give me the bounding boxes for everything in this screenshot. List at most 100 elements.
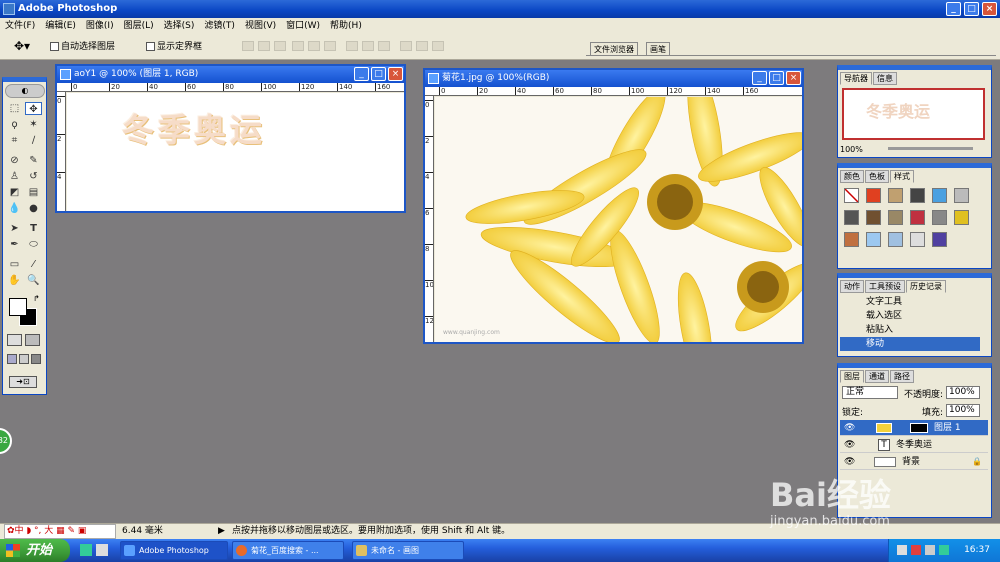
history-item-selected[interactable]: 移动 — [840, 337, 980, 351]
navigator-zoom-slider[interactable] — [888, 147, 973, 150]
menu-file[interactable]: 文件(F) — [0, 18, 40, 34]
menu-image[interactable]: 图像(I) — [81, 18, 119, 34]
screen-mode-full-icon[interactable] — [31, 354, 41, 364]
type-tool-icon[interactable]: T — [25, 222, 42, 235]
doc2-minimize-button[interactable]: _ — [752, 71, 767, 85]
move-tool-preset-icon[interactable]: ✥▾ — [14, 39, 30, 53]
style-swatch[interactable] — [932, 188, 947, 203]
tab-channels[interactable]: 通道 — [865, 370, 889, 383]
doc2-close-button[interactable]: × — [786, 71, 801, 85]
notes-tool-icon[interactable]: ▭ — [6, 258, 23, 271]
doc2-maximize-button[interactable]: □ — [769, 71, 784, 85]
healing-brush-icon[interactable]: ⊘ — [6, 154, 23, 167]
auto-select-layer-checkbox[interactable]: 自动选择图层 — [50, 42, 115, 52]
navigator-zoom-value[interactable]: 100% — [840, 145, 863, 154]
lasso-tool-icon[interactable]: ϙ — [6, 118, 23, 131]
navigator-preview[interactable]: 冬季奥运 — [842, 88, 985, 140]
style-swatch[interactable] — [888, 188, 903, 203]
eye-icon[interactable]: 👁 — [844, 454, 855, 470]
tab-info[interactable]: 信息 — [873, 72, 897, 85]
ime-toolbar[interactable]: ✿中 ◗ °, 大 ▦ ✎ ▣ — [4, 524, 116, 539]
gradient-tool-icon[interactable]: ▤ — [25, 186, 42, 199]
doc1-close-button[interactable]: × — [388, 67, 403, 81]
quicklaunch-desktop-icon[interactable] — [96, 544, 108, 556]
crop-tool-icon[interactable]: ⌗ — [6, 134, 23, 147]
menu-edit[interactable]: 编辑(E) — [40, 18, 81, 34]
screen-mode-full-menu-icon[interactable] — [19, 354, 29, 364]
blur-tool-icon[interactable]: 💧 — [6, 202, 23, 215]
eyedropper-icon[interactable]: ⁄ — [25, 258, 42, 271]
status-arrow-icon[interactable]: ▶ — [218, 524, 225, 539]
distribute-top-icon[interactable] — [346, 41, 358, 51]
doc2-canvas[interactable]: www.quanjing.com — [435, 97, 802, 342]
tab-history[interactable]: 历史记录 — [906, 280, 946, 293]
style-swatch[interactable] — [866, 188, 881, 203]
menu-help[interactable]: 帮助(H) — [325, 18, 367, 34]
align-left-icon[interactable] — [292, 41, 304, 51]
style-swatch[interactable] — [910, 188, 925, 203]
dock-tab-brushes[interactable]: 画笔 — [646, 42, 670, 56]
clock[interactable]: 16:37 — [964, 545, 990, 555]
tab-paths[interactable]: 路径 — [890, 370, 914, 383]
close-button[interactable]: × — [982, 2, 997, 16]
menu-filter[interactable]: 滤镜(T) — [199, 18, 240, 34]
style-swatch[interactable] — [954, 188, 969, 203]
style-swatch[interactable] — [910, 210, 925, 225]
style-swatch[interactable] — [866, 210, 881, 225]
task-photoshop[interactable]: Adobe Photoshop — [120, 541, 228, 560]
menu-layer[interactable]: 图层(L) — [119, 18, 159, 34]
brush-tool-icon[interactable]: ✎ — [25, 154, 42, 167]
maximize-button[interactable]: □ — [964, 2, 979, 16]
distribute-middle-icon[interactable] — [362, 41, 374, 51]
marquee-tool-icon[interactable]: ⬚ — [6, 102, 23, 115]
opacity-input[interactable]: 100% — [946, 386, 980, 399]
move-tool-icon[interactable]: ✥ — [25, 102, 42, 115]
tab-styles[interactable]: 样式 — [890, 170, 914, 183]
style-swatch[interactable] — [910, 232, 925, 247]
dock-tab-file-browser[interactable]: 文件浏览器 — [590, 42, 638, 56]
distribute-hcenter-icon[interactable] — [416, 41, 428, 51]
align-top-icon[interactable] — [242, 41, 254, 51]
magic-wand-icon[interactable]: ✶ — [25, 118, 42, 131]
style-none[interactable] — [844, 188, 859, 203]
doc1-maximize-button[interactable]: □ — [371, 67, 386, 81]
swap-colors-icon[interactable]: ↱ — [33, 294, 40, 303]
history-brush-icon[interactable]: ↺ — [25, 170, 42, 183]
layer-row[interactable]: 👁 背景 🔒 — [840, 454, 988, 470]
hand-tool-icon[interactable]: ✋ — [6, 274, 23, 287]
slice-tool-icon[interactable]: ∕ — [25, 134, 42, 147]
style-swatch[interactable] — [888, 210, 903, 225]
style-swatch[interactable] — [866, 232, 881, 247]
shape-tool-icon[interactable]: ⬭ — [25, 238, 42, 251]
tray-app-icon[interactable] — [939, 545, 949, 555]
blend-mode-select[interactable]: 正常 — [842, 386, 898, 399]
align-middle-icon[interactable] — [258, 41, 270, 51]
photoshop-eye-icon[interactable]: ◐ — [5, 84, 45, 98]
style-swatch[interactable] — [844, 210, 859, 225]
task-paint[interactable]: 未命名 - 画图 — [352, 541, 464, 560]
fill-input[interactable]: 100% — [946, 404, 980, 417]
layer-row[interactable]: 👁 T 冬季奥运 — [840, 437, 988, 453]
zoom-tool-icon[interactable]: 🔍 — [25, 274, 42, 287]
align-right-icon[interactable] — [324, 41, 336, 51]
doc1-minimize-button[interactable]: _ — [354, 67, 369, 81]
style-swatch[interactable] — [888, 232, 903, 247]
eraser-tool-icon[interactable]: ◩ — [6, 186, 23, 199]
screen-mode-standard-icon[interactable] — [7, 354, 17, 364]
volume-icon[interactable] — [925, 545, 935, 555]
start-button[interactable]: 开始 — [0, 539, 70, 562]
history-item[interactable]: 文字工具 — [840, 295, 980, 309]
dodge-tool-icon[interactable]: ● — [25, 202, 42, 215]
tab-actions[interactable]: 动作 — [840, 280, 864, 293]
history-item[interactable]: 粘贴入 — [840, 323, 980, 337]
style-swatch[interactable] — [932, 210, 947, 225]
security-icon[interactable] — [911, 545, 921, 555]
eye-icon[interactable]: 👁 — [844, 437, 855, 453]
style-swatch[interactable] — [954, 210, 969, 225]
tab-tool-presets[interactable]: 工具预设 — [865, 280, 905, 293]
menu-select[interactable]: 选择(S) — [159, 18, 200, 34]
tab-layers[interactable]: 图层 — [840, 370, 864, 383]
quicklaunch-ie-icon[interactable] — [80, 544, 92, 556]
layer-row-selected[interactable]: 👁 图层 1 — [840, 420, 988, 436]
distribute-left-icon[interactable] — [400, 41, 412, 51]
